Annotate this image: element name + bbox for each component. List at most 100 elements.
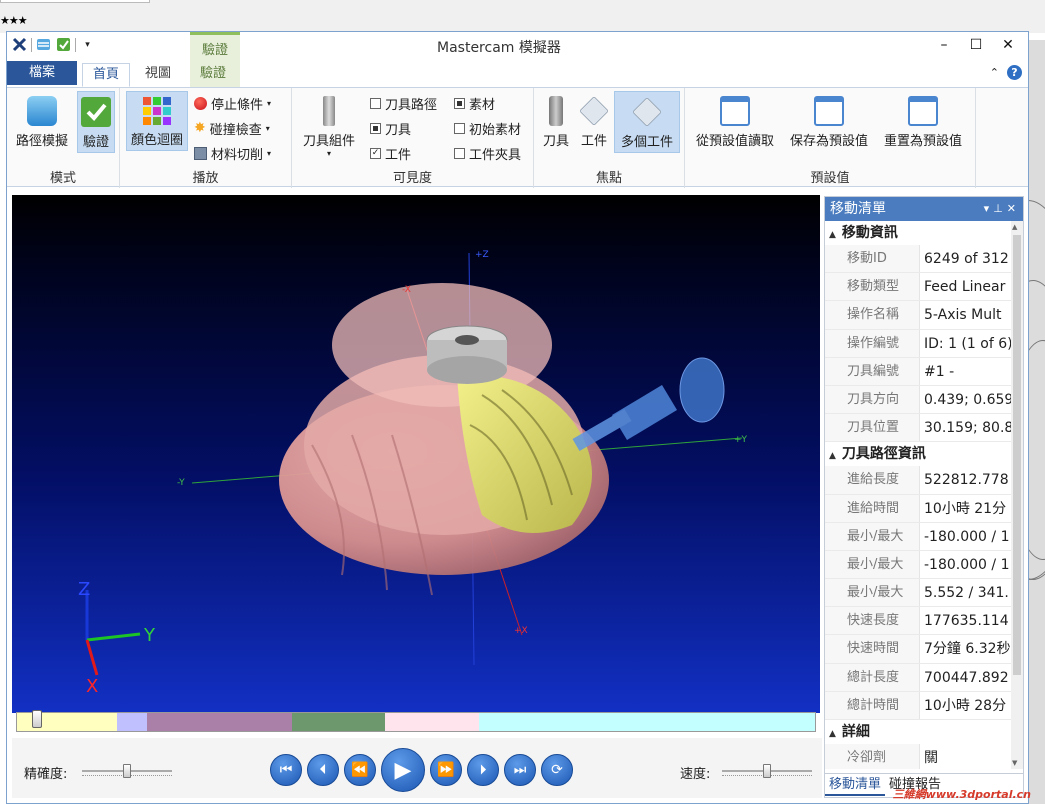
viewport-label-nx: -X (402, 285, 411, 295)
backplot-icon[interactable] (35, 36, 52, 53)
background-model-view (1028, 40, 1045, 804)
collision-check-button[interactable]: ✸ 碰撞檢查 ▾ (194, 117, 270, 139)
customize-qat-icon[interactable]: ▾ (79, 36, 96, 53)
timeline-segment[interactable] (478, 713, 815, 731)
tab-view[interactable]: 視圖 (135, 63, 181, 87)
property-section-header[interactable]: ▲ 刀具路徑資訊 (825, 442, 1013, 467)
property-row[interactable]: 快速時間 7分鐘 6.32秒 (825, 635, 1013, 664)
go-to-start-button[interactable]: ⏮ (270, 754, 302, 786)
triad-label-z: Z (78, 579, 90, 600)
play-button[interactable]: ▶ (381, 748, 425, 792)
toolpath-checkbox[interactable]: 刀具路徑 (370, 92, 437, 114)
pin-icon[interactable]: ⊥ (993, 202, 1007, 215)
checkbox-partial-icon (370, 122, 381, 134)
panel-close-icon[interactable]: ✕ (1007, 202, 1020, 215)
property-grid: ▲ 移動資訊 移動ID 6249 of 312 移動類型 Feed Linear 操作名稱 5… (825, 221, 1013, 769)
focus-tool-button[interactable]: 刀具 (538, 91, 574, 151)
reset-preset-button[interactable]: 重置為預設值 (877, 91, 969, 151)
property-key: 刀具方向 (825, 385, 920, 414)
speed-slider-knob[interactable] (763, 764, 771, 778)
minimize-button[interactable]: – (928, 34, 960, 56)
collapse-icon[interactable]: ▲ (829, 729, 836, 739)
go-to-end-button[interactable]: ⏭ (504, 754, 536, 786)
step-back-button[interactable]: ⏴ (307, 754, 339, 786)
read-preset-button[interactable]: 從預設值讀取 (689, 91, 781, 151)
backplot-icon (27, 96, 57, 126)
close-button[interactable]: ✕ (992, 34, 1024, 56)
tab-file[interactable]: 檔案 (7, 61, 77, 85)
property-section-header[interactable]: ▲ 移動資訊 (825, 221, 1013, 245)
timeline-thumb[interactable] (32, 710, 42, 728)
read-preset-icon (720, 96, 750, 126)
save-preset-icon (814, 96, 844, 126)
property-row[interactable]: 刀具位置 30.159; 80.8 (825, 414, 1013, 443)
verify-button[interactable]: 驗證 (77, 91, 115, 153)
focus-workpiece-button[interactable]: 工件 (576, 91, 612, 151)
workpiece-checkbox[interactable]: ✓ 工件 (370, 142, 411, 164)
save-preset-button[interactable]: 保存為預設值 (783, 91, 875, 151)
help-icon[interactable]: ? (1007, 65, 1022, 80)
property-row[interactable]: 進給時間 10小時 21分 (825, 494, 1013, 523)
property-row[interactable]: 移動ID 6249 of 312 (825, 245, 1013, 274)
focus-workpiece-label: 工件 (580, 134, 607, 149)
speed-slider[interactable] (722, 764, 812, 778)
tab-verify[interactable]: 驗證 (190, 63, 236, 87)
tool-assembly-button[interactable]: 刀具組件 ▾ (296, 91, 362, 160)
mastercam-logo-icon[interactable] (11, 36, 28, 53)
property-value: 關 (924, 750, 938, 766)
property-row[interactable]: 最小/最大 -180.000 / 1 (825, 522, 1013, 551)
collision-icon: ✸ (194, 120, 206, 136)
property-row[interactable]: 最小/最大 5.552 / 341. (825, 579, 1013, 608)
property-row[interactable]: 快速長度 177635.114 (825, 607, 1013, 636)
backplot-button[interactable]: 路徑模擬 (11, 91, 73, 151)
fixture-checkbox[interactable]: 工件夾具 (454, 142, 521, 164)
group-playback: 顏色迴圈 停止條件 ▾ ✸ 碰撞檢查 ▾ 材料切削 ▾ 播放 (120, 88, 292, 188)
rewind-button[interactable]: ⏪ (344, 754, 376, 786)
timeline-segment[interactable] (292, 713, 386, 731)
collapse-icon[interactable]: ▲ (829, 451, 836, 461)
property-row[interactable]: 移動類型 Feed Linear (825, 273, 1013, 302)
timeline-segment[interactable] (385, 713, 479, 731)
maximize-button[interactable]: ☐ (960, 34, 992, 56)
property-row[interactable]: 進給長度 522812.778 (825, 466, 1013, 495)
tool-focus-icon (549, 96, 563, 126)
property-row[interactable]: 操作編號 ID: 1 (1 of 6) (825, 329, 1013, 358)
collapse-icon[interactable]: ▲ (829, 230, 836, 240)
property-key: 移動ID (825, 245, 920, 273)
stop-conditions-button[interactable]: 停止條件 ▾ (194, 92, 271, 114)
step-forward-button[interactable]: ⏵ (467, 754, 499, 786)
property-row[interactable]: 操作名稱 5-Axis Mult (825, 301, 1013, 330)
loop-button[interactable]: ⟳ (541, 754, 573, 786)
panel-header: 移動清單 ▾⊥✕ (825, 197, 1023, 221)
precision-slider[interactable] (82, 764, 172, 778)
property-section-header[interactable]: ▲ 詳細 (825, 720, 1013, 744)
property-row[interactable]: 冷卻劑關 (825, 744, 1013, 769)
tool-checkbox[interactable]: 刀具 (370, 117, 411, 139)
material-removal-button[interactable]: 材料切削 ▾ (194, 142, 271, 164)
timeline-bar[interactable] (16, 712, 816, 732)
group-focus: 刀具 工件 多個工件 焦點 (534, 88, 685, 188)
precision-slider-knob[interactable] (123, 764, 131, 778)
panel-menu-icon[interactable]: ▾ (984, 202, 994, 215)
property-row[interactable]: 總計長度 700447.892 (825, 663, 1013, 692)
focus-multi-button[interactable]: 多個工件 (614, 91, 680, 153)
timeline-segment[interactable] (146, 713, 293, 731)
collapse-ribbon-icon[interactable]: ⌃ (990, 66, 999, 79)
timeline-segment[interactable] (116, 713, 147, 731)
property-row[interactable]: 刀具方向 0.439; 0.659 (825, 385, 1013, 415)
tab-home[interactable]: 首頁 (82, 63, 131, 87)
panel-tab[interactable]: 移動清單 (825, 774, 886, 796)
verify-icon[interactable] (55, 36, 72, 53)
simulation-viewport[interactable]: +Z +Y -Y +X -X Z Y X (12, 195, 820, 713)
color-loop-button[interactable]: 顏色迴圈 (126, 91, 188, 151)
panel-scrollbar[interactable]: ▲ ▼ (1011, 221, 1023, 769)
property-row[interactable]: 總計時間 10小時 28分 (825, 691, 1013, 720)
property-key: 移動類型 (825, 273, 920, 301)
stock-checkbox[interactable]: 素材 (454, 92, 495, 114)
checkbox-icon (454, 122, 465, 134)
property-row[interactable]: 刀具編號 #1 - (825, 357, 1013, 386)
triad-label-y: Y (143, 625, 156, 646)
property-row[interactable]: 最小/最大 -180.000 / 1 (825, 550, 1013, 580)
fast-forward-button[interactable]: ⏩ (430, 754, 462, 786)
initial-stock-checkbox[interactable]: 初始素材 (454, 117, 521, 139)
